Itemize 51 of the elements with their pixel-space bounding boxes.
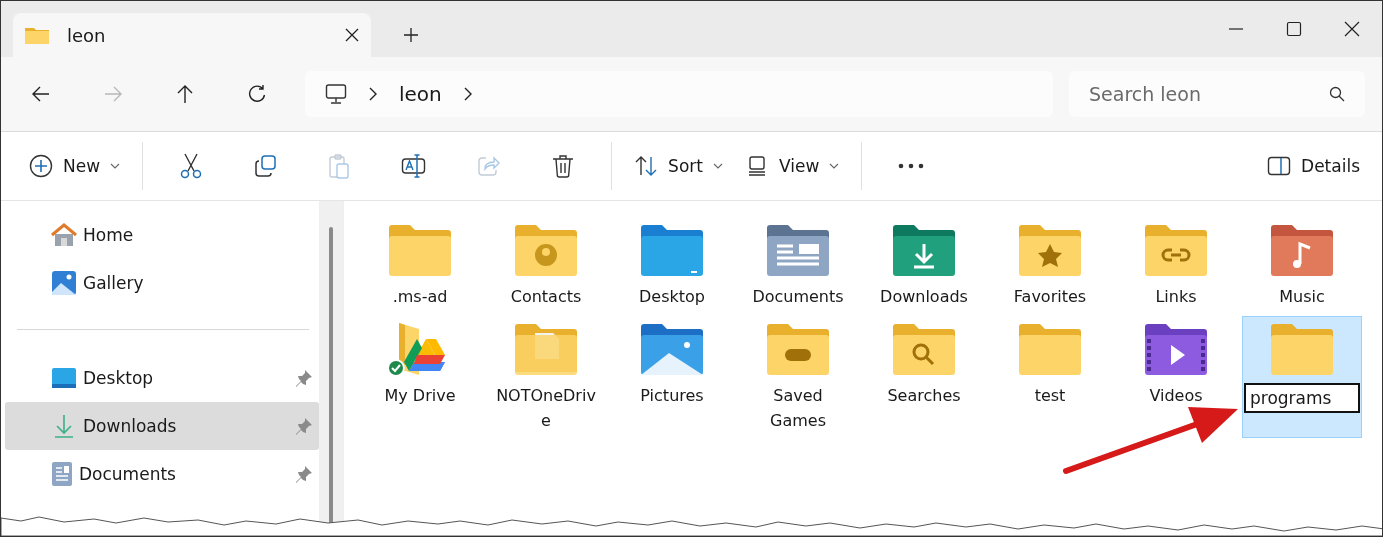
folder-item[interactable]: Saved Games (738, 316, 858, 438)
sidebar-label: Documents (79, 464, 177, 484)
folder-name: Pictures (639, 385, 705, 407)
folder-name: Searches (886, 385, 962, 407)
folder-name: test (1033, 385, 1067, 407)
folder-name: Music (1278, 286, 1326, 308)
folder-item[interactable]: Contacts (486, 217, 606, 314)
folder-item[interactable]: Music (1242, 217, 1362, 314)
sidebar-item[interactable]: Desktop (5, 354, 319, 402)
folder-item[interactable]: .ms-ad (360, 217, 480, 314)
sidebar-label: Desktop (83, 368, 155, 388)
folder-item[interactable]: NOTOneDrive (486, 316, 606, 438)
sidebar-item[interactable]: Downloads (5, 402, 319, 450)
new-button[interactable]: New (21, 142, 129, 190)
sidebar-item[interactable]: Documents (5, 450, 319, 498)
sidebar-label: Gallery (83, 273, 145, 293)
folder-name: My Drive (383, 385, 457, 407)
folder-name: Documents (751, 286, 845, 308)
folder-item[interactable]: Videos (1116, 316, 1236, 438)
search-field[interactable]: Search leon (1069, 71, 1365, 117)
folder-name: Contacts (509, 286, 583, 308)
address-bar[interactable]: leon (305, 71, 1053, 117)
folder-item[interactable]: Pictures (612, 316, 732, 438)
details-button[interactable]: Details (1259, 142, 1368, 190)
view-button[interactable]: View (736, 142, 848, 190)
folder-item[interactable]: My Drive (360, 316, 480, 438)
rename-field[interactable]: programs (1244, 383, 1360, 413)
folder-item[interactable]: Documents (738, 217, 858, 314)
folder-name: NOTOneDrive (495, 385, 597, 432)
sidebar-item[interactable]: Gallery (5, 259, 319, 307)
folder-name: Links (1154, 286, 1198, 308)
sidebar-item[interactable]: Home (5, 211, 319, 259)
folder-item[interactable]: test (990, 316, 1110, 438)
window-tab[interactable]: leon (13, 13, 371, 57)
folder-name: Downloads (879, 286, 969, 308)
folder-item[interactable]: Favorites (990, 217, 1110, 314)
folder-item[interactable]: Searches (864, 316, 984, 438)
folder-item[interactable]: Desktop (612, 217, 732, 314)
folder-item[interactable]: programs (1242, 316, 1362, 438)
folder-name: .ms-ad (391, 286, 449, 308)
folder-item[interactable]: Downloads (864, 217, 984, 314)
folder-name: Saved Games (769, 385, 827, 432)
sidebar-label: Downloads (83, 416, 178, 436)
folder-item[interactable]: Links (1116, 217, 1236, 314)
folder-name: Favorites (1012, 286, 1088, 308)
sort-button[interactable]: Sort (626, 142, 731, 190)
tab-title: leon (67, 24, 107, 46)
sidebar-label: Home (83, 225, 135, 245)
folder-name: Videos (1148, 385, 1204, 407)
breadcrumb-item[interactable]: leon (399, 82, 442, 106)
folder-name: Desktop (638, 286, 706, 308)
